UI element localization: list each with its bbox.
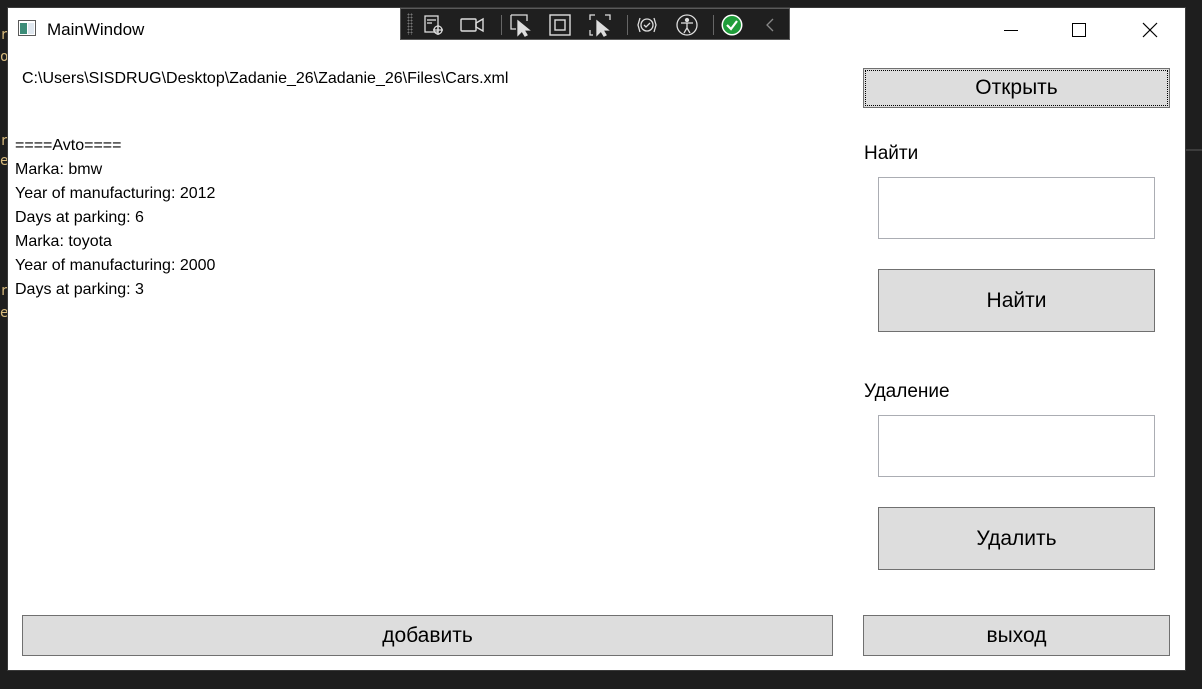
accessibility-icon[interactable] [674,12,700,38]
output-line: Days at parking: 6 [15,209,144,226]
hot-reload-icon[interactable] [634,12,660,38]
close-button[interactable] [1115,8,1185,52]
output-line: Marka: toyota [15,233,112,250]
select-element-pointer-icon[interactable] [508,12,534,38]
app-window-icon [18,20,36,36]
output-line: Marka: bmw [15,161,103,178]
find-button[interactable]: Найти [878,269,1155,332]
delete-button[interactable]: Удалить [878,507,1155,570]
output-text-block: ====Avto==== Marka: bmw Year of manufactur… [15,134,215,302]
exit-button[interactable]: выход [863,615,1170,656]
minimize-button[interactable] [976,8,1046,52]
display-layout-adorners-icon[interactable] [547,12,573,38]
output-line: Year of manufacturing: 2000 [15,257,216,274]
output-line: Days at parking: 3 [15,281,144,298]
maximize-button[interactable] [1044,8,1114,52]
debug-toolbar [400,8,790,40]
open-button[interactable]: Открыть [863,68,1170,108]
record-icon[interactable] [459,12,485,38]
output-line: Year of manufacturing: 2012 [15,185,216,202]
select-element-icon[interactable] [421,12,447,38]
binding-check-icon[interactable] [719,12,745,38]
main-window: MainWindow C:\Users\SISDRUG\Desktop\Zada… [8,8,1185,670]
collapse-toolbar-icon[interactable] [757,12,783,38]
find-label: Найти [864,143,919,164]
maximize-icon [1072,23,1086,37]
toolbar-separator [627,15,628,35]
track-focused-element-icon[interactable] [587,12,613,38]
output-line: ====Avto==== [15,137,122,154]
find-input[interactable] [878,177,1155,239]
background-divider [1186,149,1202,151]
delete-label: Удаление [864,381,950,402]
close-icon [1142,22,1158,38]
add-button[interactable]: добавить [22,615,833,656]
desktop-background: r o r e r e [0,0,8,689]
toolbar-separator [713,15,714,35]
toolbar-grip[interactable] [407,13,413,35]
toolbar-separator [501,15,502,35]
window-title: MainWindow [47,20,145,39]
file-path-label: C:\Users\SISDRUG\Desktop\Zadanie_26\Zada… [22,70,509,87]
delete-input[interactable] [878,415,1155,477]
minimize-icon [1004,30,1018,31]
